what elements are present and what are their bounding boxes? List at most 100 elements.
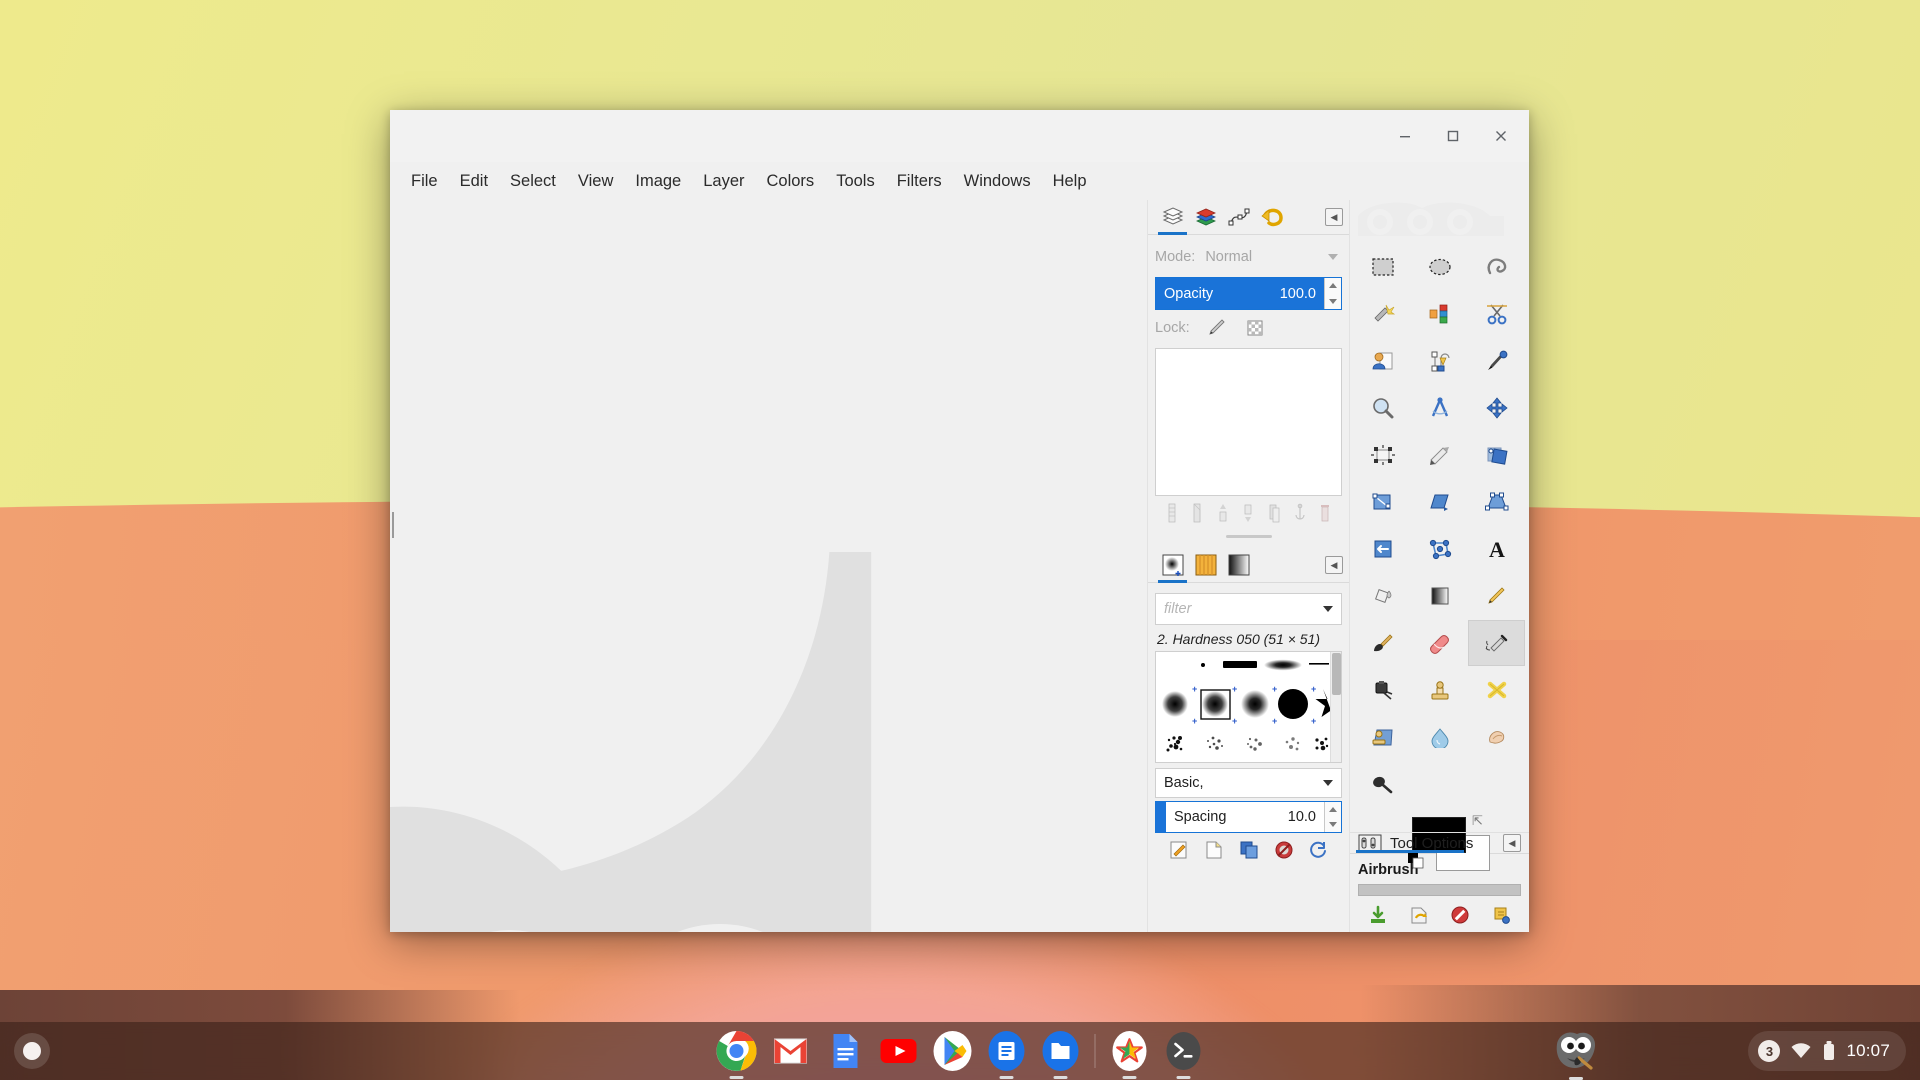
tool-dodge-burn[interactable]	[1354, 761, 1411, 807]
tab-brushes[interactable]	[1156, 550, 1189, 583]
tool-paths[interactable]	[1411, 338, 1468, 384]
menu-edit[interactable]: Edit	[449, 169, 499, 194]
brush-grid[interactable]: + + + + + + + +	[1155, 651, 1342, 763]
spacing-increment[interactable]	[1325, 802, 1341, 817]
shelf-app-files[interactable]	[1037, 1027, 1085, 1079]
tool-paintbrush[interactable]	[1354, 620, 1411, 666]
maximize-button[interactable]	[1429, 110, 1477, 162]
menu-filters[interactable]: Filters	[886, 169, 953, 194]
system-tray[interactable]: 3 10:07	[1748, 1031, 1906, 1071]
spacing-stepper[interactable]	[1324, 802, 1341, 832]
window-titlebar[interactable]	[390, 110, 1529, 162]
tool-flip[interactable]	[1354, 526, 1411, 572]
tool-pencil[interactable]	[1468, 573, 1525, 619]
anchor-layer-icon[interactable]	[1293, 502, 1307, 524]
edit-brush-icon[interactable]	[1169, 840, 1189, 860]
menu-colors[interactable]: Colors	[756, 169, 826, 194]
tool-alignment[interactable]	[1354, 432, 1411, 478]
new-layer-icon[interactable]	[1165, 502, 1179, 524]
shelf-app-keep[interactable]	[983, 1027, 1031, 1079]
duplicate-brush-icon[interactable]	[1239, 840, 1259, 860]
shelf-app-youtube[interactable]	[875, 1027, 923, 1075]
tool-options-preset-bar[interactable]	[1358, 884, 1521, 896]
delete-layer-icon[interactable]	[1318, 502, 1332, 524]
tool-shear[interactable]	[1411, 479, 1468, 525]
notification-count-badge[interactable]: 3	[1758, 1040, 1781, 1062]
tool-rotate[interactable]	[1468, 432, 1525, 478]
brush-grid-scrollbar[interactable]	[1330, 652, 1341, 762]
brush-tag-select[interactable]: Basic,	[1155, 768, 1342, 798]
save-tool-preset-icon[interactable]	[1367, 905, 1389, 925]
lower-layer-icon[interactable]	[1241, 502, 1255, 524]
tool-bucket-fill[interactable]	[1354, 573, 1411, 619]
tool-text[interactable]: A	[1468, 526, 1525, 572]
tool-airbrush[interactable]	[1468, 620, 1525, 666]
tool-fuzzy-select[interactable]	[1354, 291, 1411, 337]
tool-clone[interactable]	[1411, 667, 1468, 713]
tab-layers[interactable]	[1156, 202, 1189, 235]
tab-undo-history[interactable]	[1255, 202, 1288, 232]
tool-perspective-clone[interactable]	[1354, 714, 1411, 760]
layers-dock-menu-button[interactable]: ◀	[1325, 208, 1343, 226]
reset-tool-options-icon[interactable]	[1490, 905, 1512, 925]
opacity-slider[interactable]: Opacity 100.0	[1155, 277, 1342, 310]
menu-tools[interactable]: Tools	[825, 169, 886, 194]
tool-smudge[interactable]	[1468, 714, 1525, 760]
shelf-app-terminal[interactable]	[1160, 1027, 1208, 1079]
tool-blur-sharpen[interactable]	[1411, 714, 1468, 760]
tool-crop[interactable]	[1411, 432, 1468, 478]
brush-filter-input[interactable]: filter	[1155, 593, 1342, 625]
opacity-stepper[interactable]	[1324, 278, 1341, 309]
tool-measure[interactable]	[1411, 385, 1468, 431]
shelf-app-gimp[interactable]	[1552, 1028, 1600, 1080]
new-layer-group-icon[interactable]	[1190, 502, 1204, 524]
menu-windows[interactable]: Windows	[953, 169, 1042, 194]
refresh-brushes-icon[interactable]	[1309, 840, 1329, 860]
tool-foreground-select[interactable]	[1354, 338, 1411, 384]
shelf-app-gmail[interactable]	[767, 1027, 815, 1075]
layer-list[interactable]	[1155, 348, 1342, 496]
close-button[interactable]	[1477, 110, 1525, 162]
shelf-app-chrome[interactable]	[713, 1027, 761, 1079]
menu-image[interactable]: Image	[624, 169, 692, 194]
tool-color-picker[interactable]	[1468, 338, 1525, 384]
tab-patterns[interactable]	[1189, 550, 1222, 580]
menu-layer[interactable]: Layer	[692, 169, 755, 194]
reset-colors-icon[interactable]	[1408, 853, 1426, 871]
tool-perspective[interactable]	[1468, 479, 1525, 525]
tool-scissors-select[interactable]	[1468, 291, 1525, 337]
dock-resize-grip[interactable]	[1155, 530, 1342, 542]
clock[interactable]: 10:07	[1846, 1041, 1890, 1061]
launcher-button[interactable]	[14, 1033, 50, 1069]
tool-ellipse-select[interactable]	[1411, 244, 1468, 290]
tool-scale[interactable]	[1354, 479, 1411, 525]
lock-pixels-icon[interactable]	[1206, 318, 1228, 338]
opacity-increment[interactable]	[1325, 278, 1341, 294]
swap-colors-icon[interactable]: ⇱	[1472, 813, 1483, 829]
tool-zoom[interactable]	[1354, 385, 1411, 431]
tool-gradient[interactable]	[1411, 573, 1468, 619]
tab-gradients[interactable]	[1222, 550, 1255, 580]
menu-file[interactable]: File	[400, 169, 449, 194]
tab-channels[interactable]	[1189, 202, 1222, 232]
spacing-decrement[interactable]	[1325, 817, 1341, 832]
wifi-icon[interactable]	[1790, 1042, 1812, 1060]
minimize-button[interactable]	[1381, 110, 1429, 162]
new-brush-icon[interactable]	[1204, 840, 1224, 860]
tool-move[interactable]	[1468, 385, 1525, 431]
tool-options-menu-button[interactable]: ◀	[1503, 834, 1521, 852]
tool-free-select[interactable]	[1468, 244, 1525, 290]
tool-ink[interactable]	[1354, 667, 1411, 713]
spacing-slider[interactable]: Spacing 10.0	[1155, 801, 1342, 833]
brushes-dock-menu-button[interactable]: ◀	[1325, 556, 1343, 574]
tool-rectangle-select[interactable]	[1354, 244, 1411, 290]
canvas-area[interactable]	[390, 200, 1147, 932]
duplicate-layer-icon[interactable]	[1267, 502, 1281, 524]
restore-tool-preset-icon[interactable]	[1408, 905, 1430, 925]
shelf-app-docs[interactable]	[821, 1027, 869, 1075]
raise-layer-icon[interactable]	[1216, 502, 1230, 524]
menu-view[interactable]: View	[567, 169, 624, 194]
delete-brush-icon[interactable]	[1274, 840, 1294, 860]
tool-cage-transform[interactable]	[1411, 526, 1468, 572]
mode-select[interactable]: Normal	[1205, 243, 1342, 271]
